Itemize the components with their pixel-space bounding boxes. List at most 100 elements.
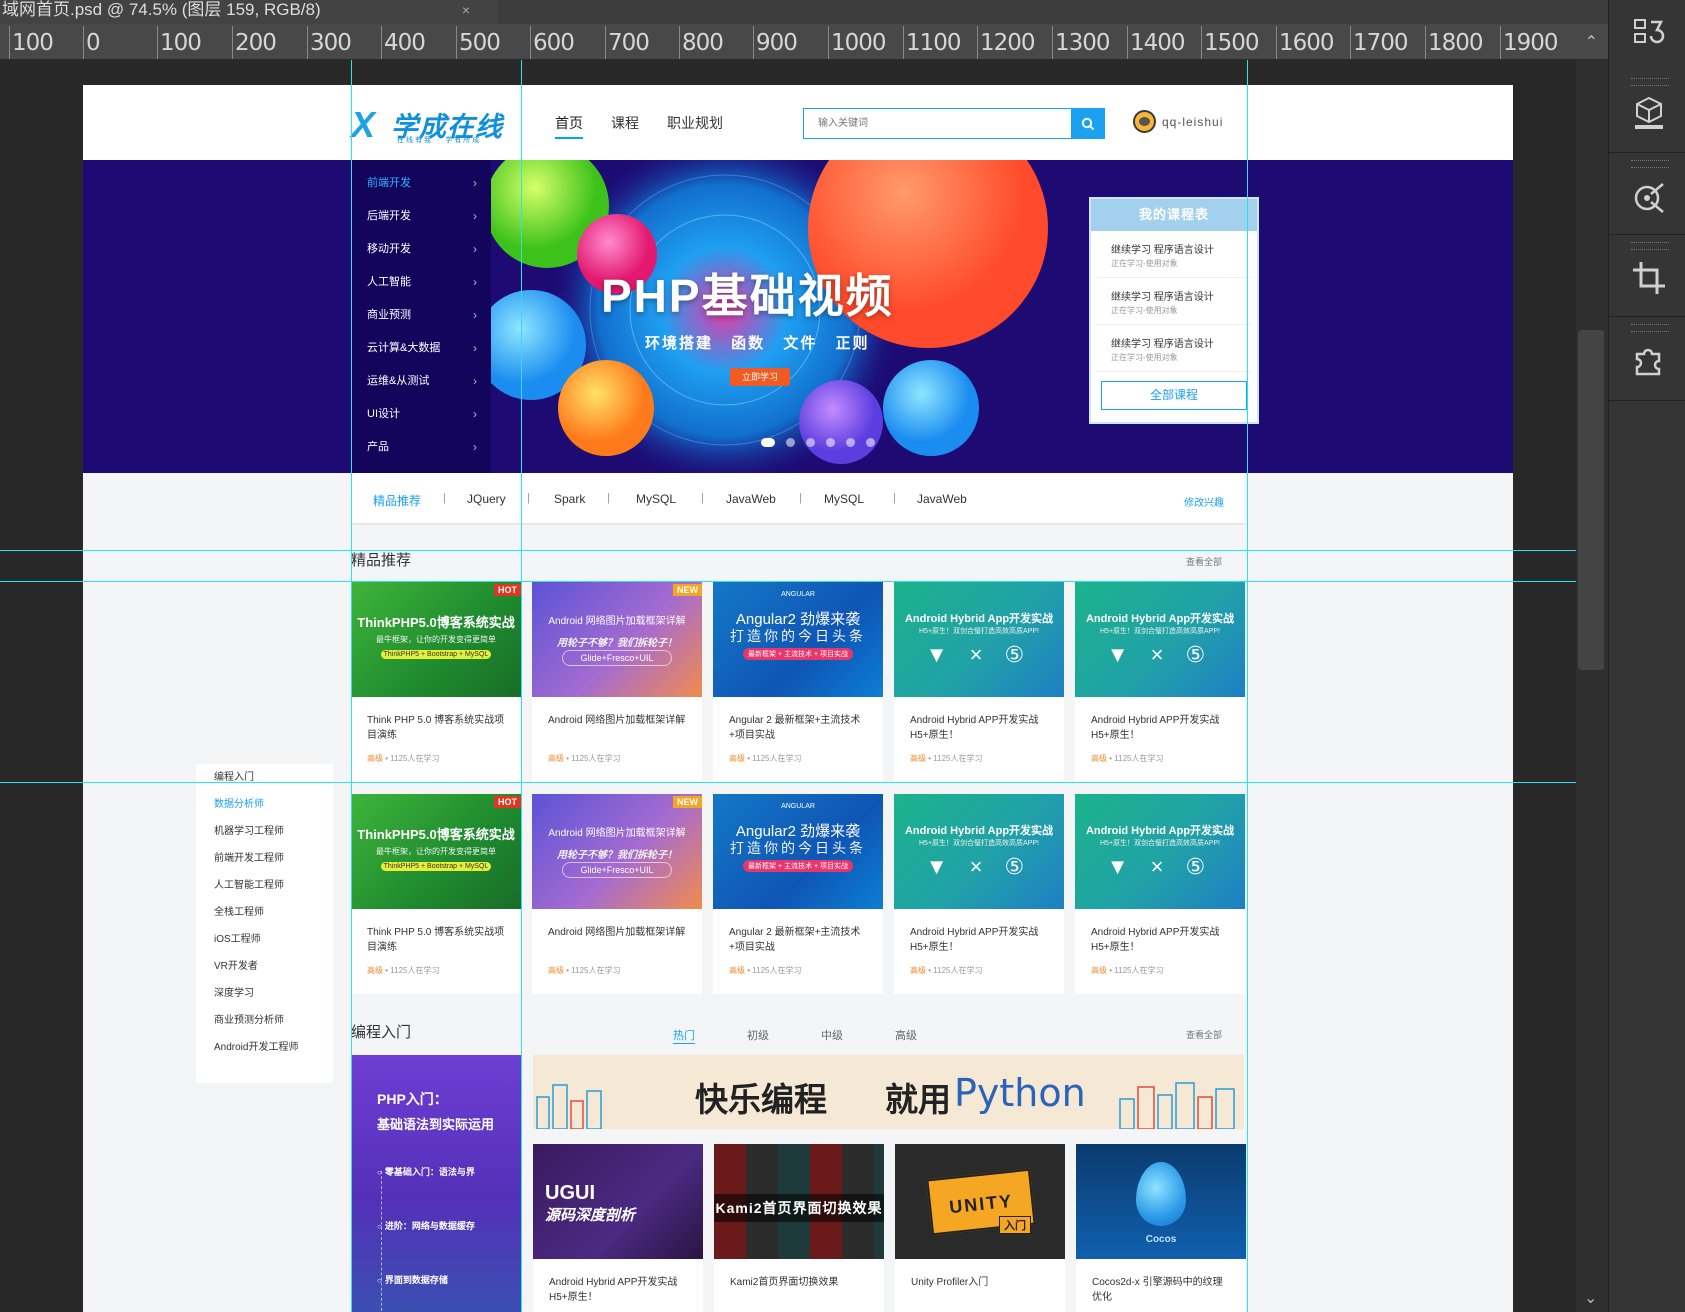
course-card[interactable]: HOT ThinkPHP5.0博客系统实战 最牛框架，让你的开发变得更简单 Th… xyxy=(351,794,521,994)
user-info[interactable]: qq-leishui xyxy=(1133,110,1223,133)
nav-career[interactable]: 职业规划 xyxy=(667,113,723,139)
search-input[interactable] xyxy=(804,109,1072,138)
career-item[interactable]: 数据分析师 xyxy=(196,795,333,822)
category-item[interactable]: 产品 › xyxy=(351,434,491,467)
career-item[interactable]: 人工智能工程师 xyxy=(196,876,333,903)
tag-item[interactable]: JavaWeb xyxy=(917,492,967,506)
tag-item[interactable]: Spark xyxy=(554,492,585,506)
scroll-up-icon[interactable]: ⌃ xyxy=(1585,32,1598,52)
course-thumbnail: ANGULAR Angular2 劲爆来袭 打造你的今日头条 最新框架 + 主流… xyxy=(713,582,883,697)
course-card[interactable]: Android Hybrid App开发实战 H5+原生！双剑合璧打造高效高质A… xyxy=(1075,582,1245,782)
python-banner[interactable]: 快乐编程 就用 Python xyxy=(533,1055,1244,1129)
panel-grip[interactable] xyxy=(1631,160,1669,168)
site-logo[interactable]: X 学成在线 在线有我 · 学有所成 xyxy=(351,105,506,145)
vertical-scrollbar[interactable]: ⌄ xyxy=(1576,60,1608,1312)
filter-tab-beginner[interactable]: 初级 xyxy=(747,1027,769,1044)
tag-item[interactable]: MySQL xyxy=(824,492,864,506)
course-card[interactable]: NEW Android 网络图片加载框架详解 用轮子不够？我们拆轮子！ Glid… xyxy=(532,582,702,782)
schedule-item-title: 继续学习 程序语言设计 xyxy=(1111,245,1214,256)
filter-tab-advanced[interactable]: 高级 xyxy=(895,1027,917,1044)
course-card[interactable]: UNITY 入门 Unity Profiler入门 xyxy=(895,1144,1065,1312)
avatar[interactable] xyxy=(1133,110,1156,133)
category-item[interactable]: 前端开发 › xyxy=(351,170,491,203)
carousel-dot[interactable] xyxy=(806,438,815,447)
category-item[interactable]: 后端开发 › xyxy=(351,203,491,236)
history-panel-icon[interactable] xyxy=(1627,14,1671,58)
tag-item[interactable]: MySQL xyxy=(636,492,676,506)
document-tab[interactable]: 域网首页.psd @ 74.5% (图层 159, RGB/8) × xyxy=(0,0,498,24)
course-card[interactable]: Kami2首页界面切换效果 Kami2首页界面切换效果 xyxy=(714,1144,884,1312)
course-card[interactable]: HOT ThinkPHP5.0博客系统实战 最牛框架，让你的开发变得更简单 Th… xyxy=(351,582,521,782)
tag-item[interactable]: JavaWeb xyxy=(726,492,776,506)
scroll-down-icon[interactable]: ⌄ xyxy=(1584,1288,1597,1308)
career-item[interactable]: 商业预测分析师 xyxy=(196,1011,333,1038)
category-item[interactable]: UI设计 › xyxy=(351,401,491,434)
promo-timeline xyxy=(381,1171,382,1311)
course-thumbnail: UGUI 源码深度剖析 xyxy=(533,1144,703,1259)
career-item[interactable]: Android开发工程师 xyxy=(196,1038,333,1065)
paths-panel-icon[interactable] xyxy=(1627,178,1671,222)
schedule-item[interactable]: 继续学习 程序语言设计 正在学习-使用对象 xyxy=(1097,278,1251,325)
course-card[interactable]: NEW Android 网络图片加载框架详解 用轮子不够？我们拆轮子！ Glid… xyxy=(532,794,702,994)
learn-now-button[interactable]: 立即学习 xyxy=(730,368,790,386)
category-label: 产品 xyxy=(367,441,389,453)
close-tab-icon[interactable]: × xyxy=(462,0,470,20)
php-promo-card[interactable]: PHP入门： 基础语法到实际运用 零基础入门：语法与界 进阶：网络与数据缓存 界… xyxy=(351,1055,521,1312)
course-card[interactable]: Android Hybrid App开发实战 H5+原生！双剑合璧打造高效高质A… xyxy=(894,582,1064,782)
category-item[interactable]: 移动开发 › xyxy=(351,236,491,269)
carousel-dot[interactable] xyxy=(846,438,855,447)
schedule-item-title: 继续学习 程序语言设计 xyxy=(1111,292,1214,303)
career-item[interactable]: 机器学习工程师 xyxy=(196,822,333,849)
panel-grip[interactable] xyxy=(1631,78,1669,86)
search-button[interactable] xyxy=(1071,108,1105,139)
featured-see-all-link[interactable]: 查看全部 xyxy=(1186,555,1222,568)
tag-item[interactable]: JQuery xyxy=(467,492,506,506)
filter-tab-intermediate[interactable]: 中级 xyxy=(821,1027,843,1044)
career-item[interactable]: 全栈工程师 xyxy=(196,903,333,930)
career-item[interactable]: 前端开发工程师 xyxy=(196,849,333,876)
username[interactable]: qq-leishui xyxy=(1162,115,1223,129)
career-item[interactable]: VR开发者 xyxy=(196,957,333,984)
nav-courses[interactable]: 课程 xyxy=(611,113,639,139)
category-item[interactable]: 运维&从测试 › xyxy=(351,368,491,401)
course-level: 高级 xyxy=(1091,754,1107,763)
course-level: 高级 xyxy=(1091,966,1107,975)
panel-grip[interactable] xyxy=(1631,242,1669,250)
plugins-panel-icon[interactable] xyxy=(1627,340,1671,384)
programming-see-all-link[interactable]: 查看全部 xyxy=(1186,1028,1222,1041)
edit-interests-link[interactable]: 修改兴趣 xyxy=(1184,494,1224,509)
course-title: Android Hybrid APP开发实战 H5+原生！ xyxy=(910,715,1039,741)
carousel-dot[interactable] xyxy=(826,438,835,447)
carousel-dot[interactable] xyxy=(866,438,875,447)
design-canvas[interactable]: X 学成在线 在线有我 · 学有所成 首页 课程 职业规划 qq-leishui xyxy=(83,85,1513,1312)
tag-item[interactable]: 精品推荐 xyxy=(373,492,421,509)
crop-panel-icon[interactable] xyxy=(1627,258,1671,302)
course-card[interactable]: Android Hybrid App开发实战 H5+原生！双剑合璧打造高效高质A… xyxy=(894,794,1064,994)
carousel-dot[interactable] xyxy=(761,438,775,447)
meta-dot: • xyxy=(1109,754,1113,763)
course-card[interactable]: ANGULAR Angular2 劲爆来袭 打造你的今日头条 最新框架 + 主流… xyxy=(713,794,883,994)
course-card[interactable]: UGUI 源码深度剖析 Android Hybrid APP开发实战 H5+原生… xyxy=(533,1144,703,1312)
nav-home[interactable]: 首页 xyxy=(555,113,583,139)
category-menu: 前端开发 › 后端开发 › 移动开发 › 人工智能 › 商业预测 › 云计算&大数据 › 运… xyxy=(351,160,491,473)
career-item[interactable]: iOS工程师 xyxy=(196,930,333,957)
all-courses-button[interactable]: 全部课程 xyxy=(1101,381,1247,410)
course-learners: 1125人在学习 xyxy=(933,754,983,763)
category-item[interactable]: 商业预测 › xyxy=(351,302,491,335)
schedule-item[interactable]: 继续学习 程序语言设计 正在学习-使用对象 xyxy=(1097,231,1251,278)
course-level: 高级 xyxy=(548,754,564,763)
filter-tab-hot[interactable]: 热门 xyxy=(673,1027,695,1044)
3d-panel-icon[interactable] xyxy=(1627,92,1671,136)
promo-step: 进阶：网络与数据缓存 xyxy=(377,1219,475,1232)
panel-grip[interactable] xyxy=(1631,324,1669,332)
thumb-sub: H5+原生！双剑合璧打造高效高质APP! xyxy=(1100,840,1220,847)
schedule-item[interactable]: 继续学习 程序语言设计 正在学习-使用对象 xyxy=(1097,325,1251,372)
scrollbar-thumb[interactable] xyxy=(1578,330,1604,670)
career-item[interactable]: 深度学习 xyxy=(196,984,333,1011)
course-card[interactable]: ANGULAR Angular2 劲爆来袭 打造你的今日头条 最新框架 + 主流… xyxy=(713,582,883,782)
course-card[interactable]: Cocos Cocos2d-x 引擎源码中的纹理优化 xyxy=(1076,1144,1246,1312)
course-card[interactable]: Android Hybrid App开发实战 H5+原生！双剑合璧打造高效高质A… xyxy=(1075,794,1245,994)
category-item[interactable]: 人工智能 › xyxy=(351,269,491,302)
carousel-dot[interactable] xyxy=(786,438,795,447)
category-item[interactable]: 云计算&大数据 › xyxy=(351,335,491,368)
